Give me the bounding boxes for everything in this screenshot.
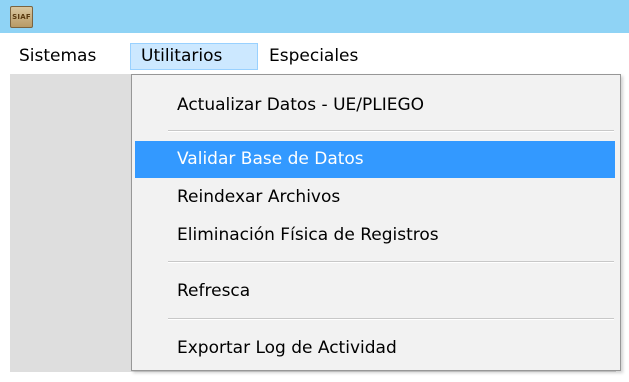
menu-item-actualizar-datos[interactable]: Actualizar Datos - UE/PLIEGO [135, 87, 615, 124]
menu-item-validar-base-datos[interactable]: Validar Base de Datos [135, 141, 615, 178]
menu-item-reindexar-archivos[interactable]: Reindexar Archivos [135, 179, 615, 216]
menu-item-exportar-log[interactable]: Exportar Log de Actividad [135, 330, 615, 367]
menu-separator [168, 261, 614, 263]
menu-item-refresca[interactable]: Refresca [135, 273, 615, 310]
menu-especiales[interactable]: Especiales [262, 43, 365, 70]
siaf-app-icon[interactable]: SIAF [10, 6, 33, 28]
menu-utilitarios[interactable]: Utilitarios [130, 43, 258, 70]
menu-item-eliminacion-fisica[interactable]: Eliminación Física de Registros [135, 217, 615, 254]
menu-bar: Sistemas Utilitarios Especiales [0, 33, 629, 74]
menu-sistemas[interactable]: Sistemas [12, 43, 103, 70]
app-icon-text: SIAF [12, 13, 31, 21]
menu-separator [168, 130, 614, 132]
title-bar[interactable]: SIAF [0, 0, 629, 33]
app-window: SIAF Sistemas Utilitarios Especiales Act… [0, 0, 629, 382]
menu-separator [168, 318, 614, 320]
utilitarios-dropdown-menu: Actualizar Datos - UE/PLIEGO Validar Bas… [131, 74, 621, 371]
